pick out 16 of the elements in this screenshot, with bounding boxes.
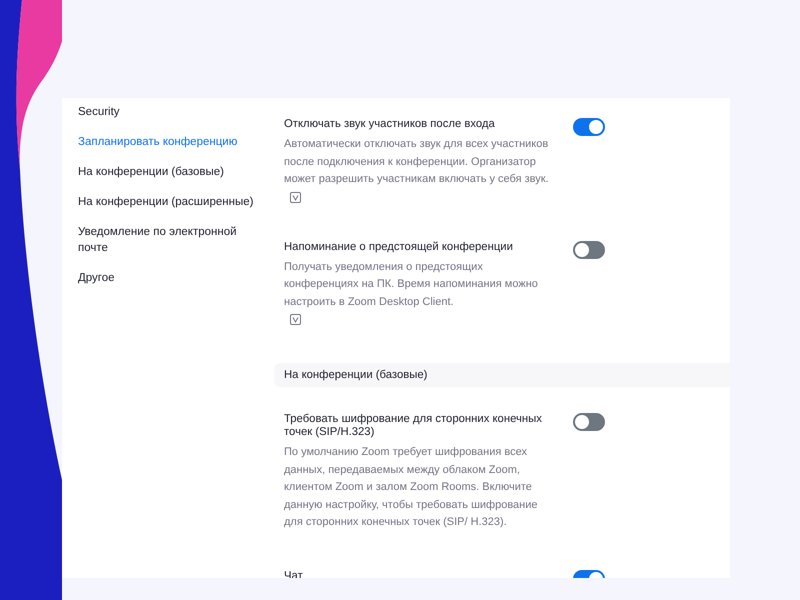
sidebar-item[interactable]: Уведомление по электронной почте xyxy=(78,224,248,256)
sidebar-item[interactable]: На конференции (базовые) xyxy=(78,164,274,180)
setting-description: Автоматически отключать звук для всех участников после подключения к конференции. Организатор может разрешить участникам включать у себя звук. xyxy=(284,137,550,187)
toggle-switch[interactable] xyxy=(573,118,605,136)
sidebar-item[interactable]: Security xyxy=(78,104,274,120)
setting-title: Отключать звук участников после входа xyxy=(284,118,496,131)
setting-title: Требовать шифрование для сторонних конечных точек (SIP/H.323) xyxy=(284,413,543,439)
sidebar-item[interactable]: Другое xyxy=(78,270,274,286)
toggle-switch[interactable] xyxy=(573,240,605,258)
section-header: На конференции (базовые) xyxy=(274,363,730,387)
sidebar-item[interactable]: На конференции (расширенные) xyxy=(78,194,274,210)
setting-description: По умолчанию Zoom требует шифрования всех данных, передаваемых между облаком Zoom, клиентом Zoom и залом Zoom Rooms. Включите данную настройку, чтобы требовать шифрование для сторонних конечных точек (SIP/ H.323). xyxy=(284,445,538,530)
setting-description: Получать уведомления о предстоящих конференциях на ПК. Время напоминания можно настроить в Zoom Desktop Client. xyxy=(284,260,539,310)
toggle-switch[interactable] xyxy=(573,413,605,431)
setting-title: Напоминание о предстоящей конференции xyxy=(284,240,514,254)
sidebar-item[interactable]: Запланировать конференцию xyxy=(78,134,274,150)
